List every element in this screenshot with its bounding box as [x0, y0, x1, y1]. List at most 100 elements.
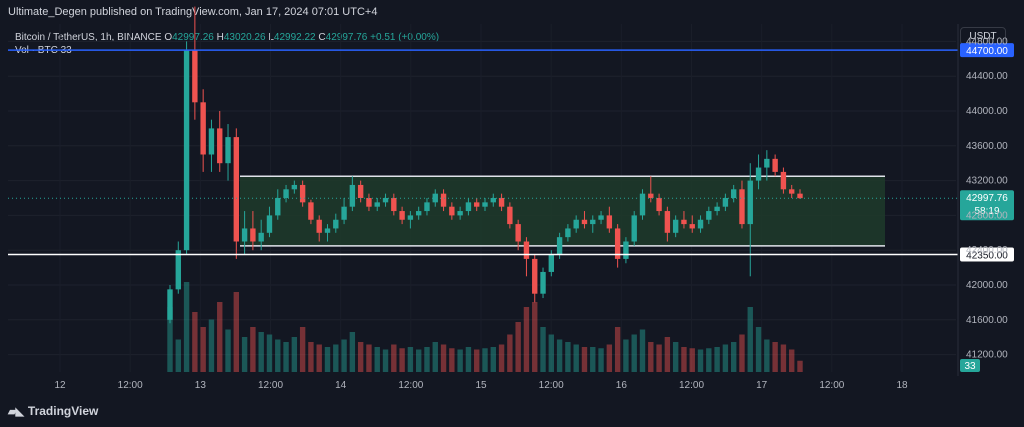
volume-bar — [175, 339, 181, 372]
volume-bar — [407, 347, 414, 372]
candle-body — [532, 258, 538, 294]
volume-bar — [739, 334, 745, 372]
x-tick-label: 12 — [54, 380, 66, 391]
candle-body — [755, 167, 762, 181]
x-tick-label: 12:00 — [118, 380, 143, 391]
volume-bar — [449, 348, 455, 372]
current-price-badge — [960, 190, 1014, 221]
candle-body — [424, 202, 430, 212]
volume-bar — [183, 282, 190, 372]
candle-body — [266, 215, 273, 233]
candle-body — [548, 254, 555, 272]
candles — [167, 6, 803, 324]
range-zone — [240, 175, 885, 247]
candle-body — [797, 193, 803, 199]
volume-bar — [772, 342, 778, 372]
volume-value: 33 — [60, 45, 72, 56]
tradingview-logo-icon: ▰◣ — [8, 405, 24, 418]
x-tick-label: 17 — [756, 380, 768, 391]
volume-bar — [515, 322, 521, 372]
candle-body — [217, 128, 223, 164]
x-tick-label: 13 — [195, 380, 207, 391]
candle-body — [449, 206, 455, 216]
volume-bar — [532, 302, 538, 372]
price-label: 44700.00 — [966, 46, 1008, 57]
candle-body — [598, 215, 604, 220]
candle-body — [556, 237, 563, 255]
volume-bar — [598, 348, 604, 372]
volume-bar — [399, 348, 405, 372]
volume-bar — [241, 337, 248, 372]
candle-body — [349, 184, 356, 207]
x-tick-label: 16 — [616, 380, 628, 391]
volume-bar — [258, 332, 264, 372]
high-label: H — [216, 32, 224, 43]
volume-bar — [573, 344, 579, 372]
candle-body — [357, 184, 364, 198]
volume-badge — [960, 359, 980, 372]
volume-bar — [490, 347, 496, 372]
x-tick-label: 12:00 — [819, 380, 844, 391]
volume-bar — [366, 344, 372, 372]
high-value: 43020.26 — [223, 32, 266, 43]
candle-body — [167, 289, 173, 320]
candle-body — [233, 137, 240, 242]
volume-bar — [308, 342, 314, 372]
volume-bar — [374, 347, 380, 372]
volume-bar — [639, 329, 646, 372]
candle-body — [656, 198, 662, 212]
candle-body — [515, 224, 521, 242]
candle-body — [366, 198, 372, 207]
candle-body — [623, 241, 629, 259]
volume-bar — [192, 312, 198, 372]
volume-bar — [755, 327, 762, 372]
price-axis: 44800.0044400.0044000.0043600.0043200.00… — [957, 24, 1008, 376]
volume-bar — [415, 349, 422, 372]
volume-bar — [382, 349, 389, 372]
candle-body — [440, 193, 447, 207]
candle-body — [432, 193, 438, 203]
symbol-title[interactable]: Bitcoin / TetherUS, 1h, BINANCE — [15, 32, 162, 43]
volume-bar — [316, 344, 322, 372]
volume-bar — [590, 347, 596, 372]
volume-badge-label: 33 — [964, 361, 976, 372]
volume-bar — [623, 339, 629, 372]
volume-bar — [457, 349, 463, 372]
candle-body — [780, 171, 787, 190]
volume-label[interactable]: Vol · BTC — [15, 45, 58, 56]
tradingview-footer[interactable]: ▰◣ TradingView — [8, 404, 98, 418]
candle-body — [391, 198, 397, 212]
price-chart[interactable]: 44700.0042350.0042997.7658:1933 44800.00… — [0, 0, 1024, 427]
volume-bar — [474, 349, 480, 372]
candle-body — [407, 215, 414, 220]
volume-bar — [689, 348, 695, 372]
y-tick-label: 44000.00 — [966, 106, 1008, 117]
candle-body — [316, 219, 322, 233]
candle-body — [639, 193, 646, 216]
volume-bar — [465, 347, 472, 372]
candle-body — [523, 241, 530, 259]
candle-body — [324, 228, 331, 233]
change-value: +0.51 (+0.00%) — [370, 32, 440, 43]
volume-bar — [656, 344, 662, 372]
candle-body — [291, 184, 298, 190]
candle-body — [672, 219, 679, 233]
volume-bar — [747, 307, 753, 372]
currency-button[interactable]: USDT — [960, 27, 1006, 45]
candle-body — [498, 198, 505, 207]
y-tick-label: 42800.00 — [966, 210, 1008, 221]
volume-bar — [648, 342, 654, 372]
candle-body — [573, 219, 579, 229]
range-zone-rect — [240, 176, 885, 246]
volume-bar — [614, 327, 621, 372]
candle-body — [457, 211, 463, 216]
volume-bar — [291, 337, 298, 372]
low-value: 42992.22 — [273, 32, 316, 43]
chart-grid — [8, 24, 956, 372]
volume-bar — [780, 344, 787, 372]
price-label: 42350.00 — [966, 251, 1008, 262]
price-label-badge — [960, 43, 1014, 58]
candle-body — [299, 184, 306, 203]
price-label-badge — [960, 247, 1014, 262]
current-price-label: 42997.76 — [966, 193, 1008, 204]
